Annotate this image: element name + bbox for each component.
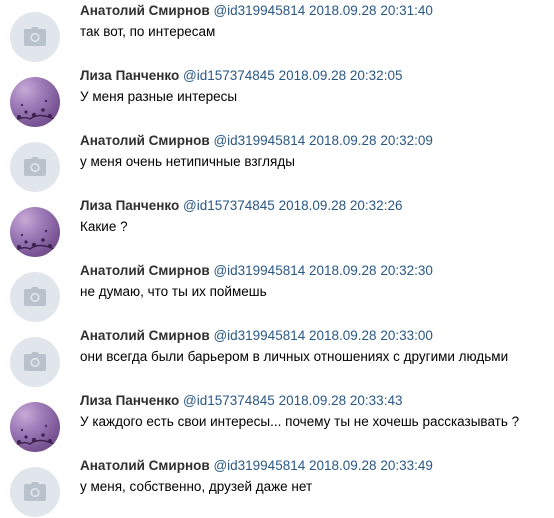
message-text: у меня очень нетипичные взгляды (80, 154, 295, 169)
message-timestamp: 2018.09.28 20:33:00 (309, 328, 433, 343)
message-text: не думаю, что ты их поймешь (80, 284, 267, 299)
message-item: Лиза Панченко @id157374845 2018.09.28 20… (0, 390, 554, 452)
message-item: Анатолий Смирнов @id319945814 2018.09.28… (0, 455, 554, 517)
avatar[interactable] (10, 77, 60, 127)
camera-placeholder-icon (24, 287, 46, 306)
message-item: Анатолий Смирнов @id319945814 2018.09.28… (0, 0, 554, 62)
message-item: Анатолий Смирнов @id319945814 2018.09.28… (0, 325, 554, 387)
author-name[interactable]: Лиза Панченко (80, 68, 179, 83)
user-id-link[interactable]: @id319945814 (213, 3, 305, 18)
user-id-link[interactable]: @id157374845 (183, 68, 275, 83)
author-name[interactable]: Анатолий Смирнов (80, 3, 210, 18)
message-timestamp: 2018.09.28 20:33:49 (309, 458, 433, 473)
user-photo (11, 229, 59, 254)
user-id-link[interactable]: @id319945814 (213, 263, 305, 278)
user-id-link[interactable]: @id319945814 (213, 328, 305, 343)
user-id-link[interactable]: @id319945814 (213, 458, 305, 473)
message-item: Лиза Панченко @id157374845 2018.09.28 20… (0, 195, 554, 257)
message-header: Анатолий Смирнов @id319945814 2018.09.28… (80, 327, 433, 345)
camera-placeholder-icon (24, 27, 46, 46)
author-name[interactable]: Лиза Панченко (80, 393, 179, 408)
avatar[interactable] (10, 467, 60, 517)
avatar[interactable] (10, 207, 60, 257)
message-header: Лиза Панченко @id157374845 2018.09.28 20… (80, 67, 402, 85)
message-text: У каждого есть свои интересы... почему т… (80, 414, 520, 429)
message-text: Какие ? (80, 219, 128, 234)
user-id-link[interactable]: @id157374845 (183, 393, 275, 408)
camera-placeholder-icon (24, 157, 46, 176)
message-history: Анатолий Смирнов @id319945814 2018.09.28… (0, 0, 554, 518)
author-name[interactable]: Лиза Панченко (80, 198, 179, 213)
camera-placeholder-icon (24, 482, 46, 501)
message-header: Анатолий Смирнов @id319945814 2018.09.28… (80, 2, 433, 20)
message-item: Анатолий Смирнов @id319945814 2018.09.28… (0, 260, 554, 322)
author-name[interactable]: Анатолий Смирнов (80, 263, 210, 278)
author-name[interactable]: Анатолий Смирнов (80, 458, 210, 473)
message-header: Анатолий Смирнов @id319945814 2018.09.28… (80, 132, 433, 150)
user-photo (11, 424, 59, 449)
message-timestamp: 2018.09.28 20:32:05 (278, 68, 403, 83)
message-item: Анатолий Смирнов @id319945814 2018.09.28… (0, 130, 554, 192)
message-timestamp: 2018.09.28 20:33:43 (278, 393, 403, 408)
user-id-link[interactable]: @id157374845 (183, 198, 275, 213)
avatar[interactable] (10, 142, 60, 192)
user-id-link[interactable]: @id319945814 (213, 133, 305, 148)
message-text: У меня разные интересы (80, 89, 238, 104)
message-text: так вот, по интересам (80, 24, 216, 39)
message-timestamp: 2018.09.28 20:32:26 (278, 198, 403, 213)
avatar[interactable] (10, 337, 60, 387)
message-text: они всегда были барьером в личных отноше… (80, 349, 509, 364)
author-name[interactable]: Анатолий Смирнов (80, 328, 210, 343)
message-timestamp: 2018.09.28 20:32:30 (309, 263, 433, 278)
message-item: Лиза Панченко @id157374845 2018.09.28 20… (0, 65, 554, 127)
message-timestamp: 2018.09.28 20:32:09 (309, 133, 433, 148)
user-photo (11, 99, 59, 124)
author-name[interactable]: Анатолий Смирнов (80, 133, 210, 148)
avatar[interactable] (10, 402, 60, 452)
avatar[interactable] (10, 272, 60, 322)
avatar[interactable] (10, 12, 60, 62)
message-header: Анатолий Смирнов @id319945814 2018.09.28… (80, 457, 433, 475)
message-text: у меня, собственно, друзей даже нет (80, 479, 313, 494)
camera-placeholder-icon (24, 352, 46, 371)
message-timestamp: 2018.09.28 20:31:40 (309, 3, 433, 18)
message-header: Анатолий Смирнов @id319945814 2018.09.28… (80, 262, 433, 280)
message-header: Лиза Панченко @id157374845 2018.09.28 20… (80, 392, 402, 410)
message-header: Лиза Панченко @id157374845 2018.09.28 20… (80, 197, 402, 215)
